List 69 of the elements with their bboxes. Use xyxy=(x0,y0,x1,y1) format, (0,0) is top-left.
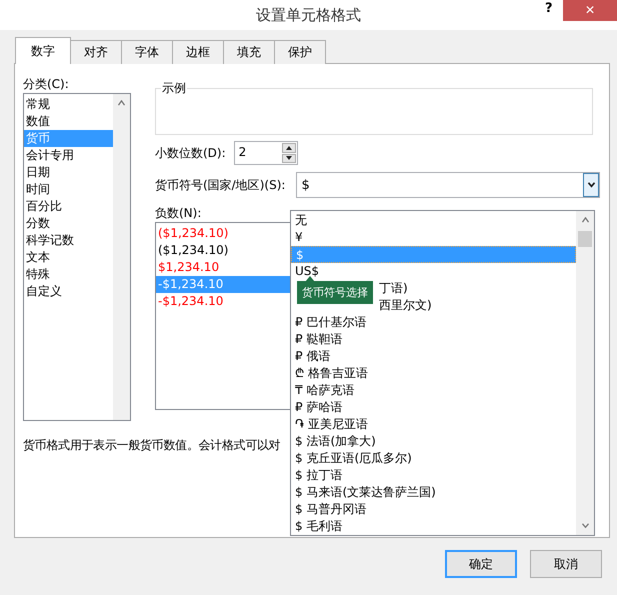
negative-format-item[interactable]: ($1,234.10) xyxy=(156,242,290,259)
increment-button[interactable] xyxy=(282,143,296,152)
category-item[interactable]: 常规 xyxy=(24,96,113,113)
negative-format-item[interactable]: ($1,234.10) xyxy=(156,225,290,242)
dropdown-option[interactable]: $ 克丘亚语(厄瓜多尔) xyxy=(291,450,412,467)
description-text: 货币格式用于表示一般货币数值。会计格式可以对 xyxy=(23,437,280,454)
tab[interactable]: 填充 xyxy=(223,40,275,64)
dropdown-option[interactable]: ₸ 哈萨克语 xyxy=(291,382,354,399)
down-triangle-icon xyxy=(286,156,292,160)
scrollbar[interactable] xyxy=(576,211,594,535)
up-triangle-icon xyxy=(286,146,292,150)
currency-symbol-label: 货币符号(国家/地区)(S): xyxy=(155,176,286,194)
tab[interactable]: 保护 xyxy=(274,40,326,64)
dropdown-option[interactable]: ₾ 格鲁吉亚语 xyxy=(291,365,368,382)
cancel-button[interactable]: 取消 xyxy=(530,550,602,578)
category-item[interactable]: 科学记数 xyxy=(24,232,113,249)
tab[interactable]: 边框 xyxy=(172,40,224,64)
decrement-button[interactable] xyxy=(282,154,296,163)
dropdown-option[interactable]: 西里尔文) xyxy=(379,297,432,314)
category-item[interactable]: 日期 xyxy=(24,164,113,181)
window-title: 设置单元格格式 xyxy=(256,5,361,25)
scroll-down-icon xyxy=(580,523,590,529)
dropdown-option[interactable]: ₽ 鞑靼语 xyxy=(291,331,342,348)
tab[interactable]: 对齐 xyxy=(70,40,122,64)
category-item[interactable]: 时间 xyxy=(24,181,113,198)
category-item[interactable]: 文本 xyxy=(24,249,113,266)
negative-format-item[interactable]: -$1,234.10 xyxy=(156,293,290,310)
dropdown-value: $ xyxy=(301,178,310,192)
tab[interactable]: 字体 xyxy=(121,40,173,64)
close-button[interactable]: × xyxy=(563,0,617,21)
dropdown-option[interactable]: $ 毛利语 xyxy=(291,518,342,535)
dropdown-option[interactable]: ₽ 俄语 xyxy=(291,348,330,365)
decimal-places-label: 小数位数(D): xyxy=(155,144,226,162)
spinner-value: 2 xyxy=(238,144,248,161)
dropdown-option[interactable]: $ 马来语(文莱达鲁萨兰国) xyxy=(291,484,436,501)
category-item[interactable]: 特殊 xyxy=(24,266,113,283)
category-label: 分类(C): xyxy=(23,76,69,93)
tooltip: 货币符号选择 xyxy=(297,281,373,304)
tab[interactable]: 数字 xyxy=(15,37,71,64)
category-item[interactable]: 会计专用 xyxy=(24,147,113,164)
category-item[interactable]: 自定义 xyxy=(24,283,113,300)
sample-label: 示例 xyxy=(161,80,187,97)
negative-numbers-label: 负数(N): xyxy=(155,205,202,222)
dropdown-button[interactable] xyxy=(583,173,600,197)
dropdown-option[interactable]: 无 xyxy=(291,212,307,229)
decimal-places-spinner[interactable]: 2 xyxy=(234,141,298,165)
negative-numbers-list[interactable]: ($1,234.10) ($1,234.10) $1,234.10 -$1,234.10 -$1,234.10 xyxy=(155,222,290,410)
dropdown-option[interactable]: $ 马普丹冈语 xyxy=(291,501,366,518)
chevron-down-icon xyxy=(586,182,596,188)
help-button[interactable]: ? xyxy=(545,1,553,16)
category-item[interactable]: 分数 xyxy=(24,215,113,232)
currency-dropdown[interactable]: $ xyxy=(296,172,600,198)
scrollbar[interactable] xyxy=(113,94,130,420)
dropdown-option[interactable]: $ 拉丁语 xyxy=(291,467,342,484)
ok-button[interactable]: 确定 xyxy=(445,550,517,578)
dropdown-option[interactable]: $ 法语(加拿大) xyxy=(291,433,376,450)
category-item[interactable]: 数值 xyxy=(24,113,113,130)
dropdown-option[interactable]: ₽ 萨哈语 xyxy=(291,399,342,416)
dropdown-option[interactable]: 丁语) xyxy=(379,280,408,297)
category-item[interactable]: 百分比 xyxy=(24,198,113,215)
dropdown-option[interactable]: ₽ 巴什基尔语 xyxy=(291,314,366,331)
category-list[interactable]: 常规 数值 货币 会计专用 日期 时间 百分比 分数 科学记数 文本 特殊 自定义 xyxy=(23,93,131,421)
dropdown-option[interactable]: ¥ xyxy=(291,229,303,246)
dropdown-option[interactable]: US$ xyxy=(291,263,320,280)
negative-format-item[interactable]: $1,234.10 xyxy=(156,259,290,276)
dropdown-option[interactable]: ֏ 亚美尼亚语 xyxy=(291,416,368,433)
scroll-up-icon xyxy=(580,217,590,223)
scroll-up-icon xyxy=(117,100,126,106)
scrollbar-thumb[interactable] xyxy=(578,231,592,247)
